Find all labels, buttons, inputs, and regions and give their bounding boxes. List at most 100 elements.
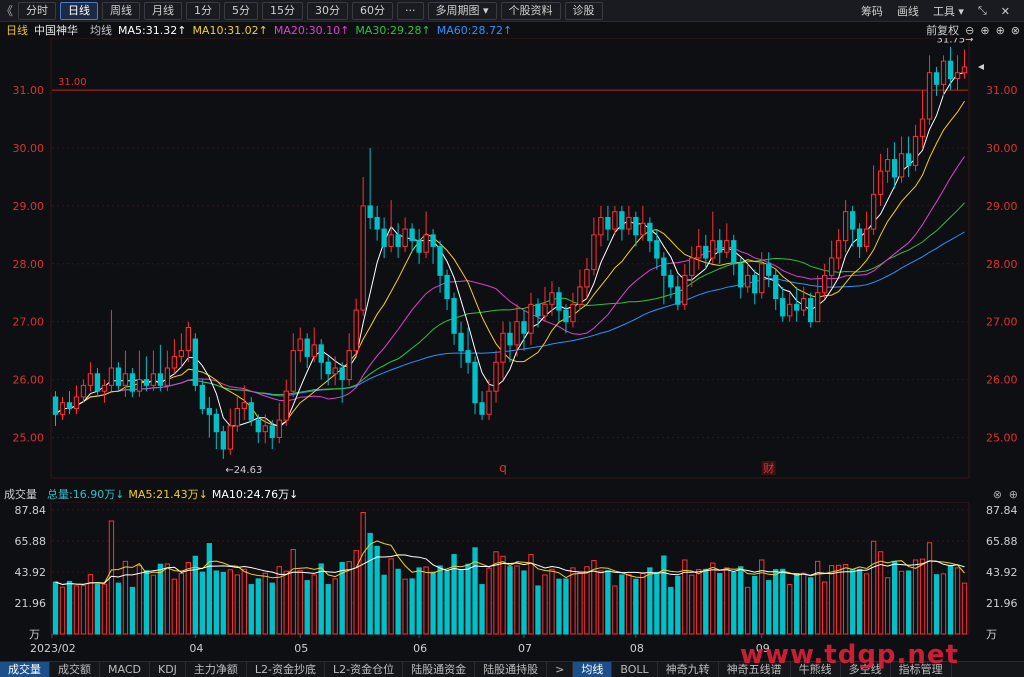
candle-body xyxy=(157,373,164,386)
tools-dropdown[interactable]: 工具 ▾ xyxy=(933,3,964,19)
indicator-tab[interactable]: L2-资金仓位 xyxy=(325,662,404,677)
indicator-tab[interactable]: 主力净额 xyxy=(186,662,247,677)
candle-body xyxy=(311,344,317,357)
indicator-tab[interactable]: 陆股通持股 xyxy=(475,662,548,677)
tab-5min[interactable]: 5分 xyxy=(224,1,258,20)
volume-bar xyxy=(780,568,786,635)
ma5-value: MA5:31.32↑ xyxy=(118,23,187,37)
tab-timeshare[interactable]: 分时 xyxy=(18,1,56,20)
tab-15min[interactable]: 15分 xyxy=(262,1,303,20)
volume-bar xyxy=(395,568,401,635)
collapse-left-icon[interactable]: 《 xyxy=(0,2,14,19)
candle xyxy=(773,269,779,311)
volume-add-icon[interactable]: ⊕ xyxy=(1009,488,1018,501)
volume-bar xyxy=(248,584,254,635)
candle xyxy=(458,321,464,368)
volume-bar xyxy=(696,569,702,635)
tab-30min[interactable]: 30分 xyxy=(307,1,348,20)
candle xyxy=(821,263,828,299)
y-tick-label-right: 30.00 xyxy=(986,142,1018,155)
tab-1min[interactable]: 1分 xyxy=(186,1,220,20)
expand-icon[interactable]: ⤡ xyxy=(978,4,987,18)
candle xyxy=(912,124,919,172)
indicator-tab[interactable]: 均线 xyxy=(573,662,613,677)
candle-body xyxy=(821,274,828,294)
candle-body xyxy=(374,216,380,230)
close-icon[interactable]: ✕ xyxy=(1001,5,1010,18)
candle xyxy=(332,356,338,386)
candle xyxy=(549,281,555,316)
indicator-tab[interactable]: 神奇九转 xyxy=(658,662,719,677)
volume-bar xyxy=(409,578,415,635)
indicator-tab[interactable]: 陆股通资金 xyxy=(403,662,476,677)
candle xyxy=(381,217,387,258)
volume-bar xyxy=(689,574,695,635)
volume-bar xyxy=(444,570,450,635)
candle xyxy=(479,391,485,421)
indicator-tab[interactable]: > xyxy=(547,662,574,677)
more-periods-button[interactable]: ··· xyxy=(397,1,424,20)
indicator-tab[interactable]: L2-资金抄底 xyxy=(247,662,326,677)
volume-bar xyxy=(752,575,758,635)
candle-body xyxy=(640,222,646,236)
volume-bar xyxy=(598,570,604,635)
volume-bar xyxy=(640,573,646,635)
draw-line-button[interactable]: 画线 xyxy=(897,3,919,19)
volume-bar xyxy=(654,571,660,635)
candle-body xyxy=(828,257,835,276)
indicator-tab[interactable]: BOLL xyxy=(612,662,658,677)
diagnose-button[interactable]: 诊股 xyxy=(564,1,603,20)
close-chart-icon[interactable]: ⊗ xyxy=(1011,24,1020,37)
candle xyxy=(905,136,912,177)
volume-bar xyxy=(311,574,317,635)
zoom-in-icon[interactable]: ⊕ xyxy=(980,24,989,37)
candle-body xyxy=(710,240,716,259)
candle xyxy=(353,298,359,357)
candle xyxy=(542,286,548,322)
add-indicator-icon[interactable]: ⊕ xyxy=(996,24,1005,37)
candle-body xyxy=(731,240,737,265)
y-tick-label-right: 29.00 xyxy=(986,200,1018,213)
tab-weekly[interactable]: 周线 xyxy=(102,1,140,20)
candle-body xyxy=(164,367,171,386)
candlestick-chart[interactable]: 31.00 31.00 30.00 30.00 29.00 29.00 28.00 28.00… xyxy=(0,38,1024,486)
ma10-line xyxy=(55,100,965,426)
ma20-value: MA20:30.10↑ xyxy=(273,23,350,37)
volume-settings-icon[interactable]: ⊗ xyxy=(993,488,1002,501)
candle-body xyxy=(619,211,625,230)
tab-60min[interactable]: 60分 xyxy=(352,1,393,20)
candle xyxy=(891,142,898,189)
volume-bar xyxy=(528,554,534,635)
ma-label[interactable]: 均线 xyxy=(90,22,112,38)
zoom-out-icon[interactable]: ⊖ xyxy=(965,24,974,37)
indicator-tab[interactable]: 成交量 xyxy=(0,662,50,677)
multi-period-dropdown[interactable]: 多周期图 ▾ xyxy=(427,1,497,20)
volume-bar xyxy=(556,578,562,635)
volume-bar xyxy=(647,567,653,635)
chips-button[interactable]: 筹码 xyxy=(861,3,883,19)
y-tick-label-left: 29.00 xyxy=(13,200,45,213)
volume-chart[interactable]: 87.84 87.84 65.88 65.88 43.92 43.92 21.96 21.96… xyxy=(0,502,1024,661)
adjust-mode-button[interactable]: 前复权 xyxy=(926,22,959,38)
candle xyxy=(304,333,310,368)
event-marker-q: q xyxy=(499,461,507,475)
volume-bar xyxy=(821,581,828,635)
volume-bar xyxy=(940,573,947,635)
indicator-tab[interactable]: KDJ xyxy=(150,662,186,677)
volume-bar xyxy=(849,569,856,635)
candle xyxy=(493,350,499,403)
tab-daily[interactable]: 日线 xyxy=(60,1,98,20)
indicator-tab[interactable]: 成交额 xyxy=(50,662,100,677)
volume-bar xyxy=(521,570,527,635)
stock-profile-button[interactable]: 个股资料 xyxy=(500,1,561,20)
month-label: 08 xyxy=(630,642,644,655)
indicator-tab[interactable]: MACD xyxy=(100,662,150,677)
candle-body xyxy=(891,159,898,178)
volume-bar xyxy=(794,573,800,635)
ma60-value: MA60:28.72↑ xyxy=(436,23,513,37)
tab-monthly[interactable]: 月线 xyxy=(144,1,182,20)
volume-bar xyxy=(570,567,576,635)
candle-body xyxy=(912,135,919,166)
y-tick-label-right: 25.00 xyxy=(986,431,1018,444)
volume-bar xyxy=(381,574,387,635)
